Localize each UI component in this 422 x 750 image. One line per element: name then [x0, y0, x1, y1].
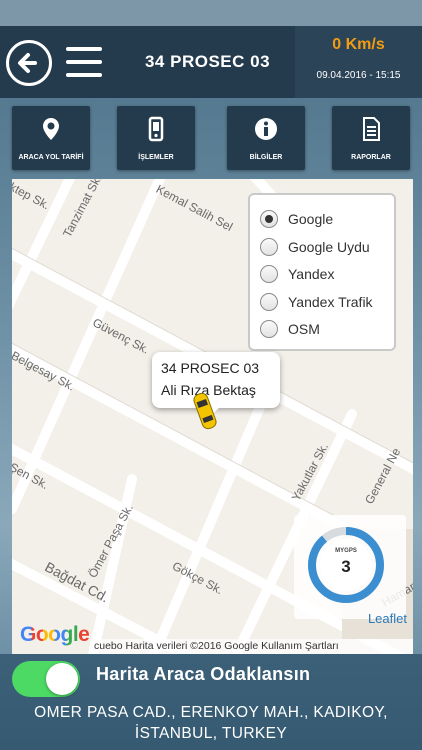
- info-button[interactable]: BİLGİLER: [227, 106, 305, 170]
- directions-label: ARACA YOL TARİFİ: [18, 154, 84, 161]
- focus-vehicle-toggle[interactable]: [12, 661, 80, 697]
- gps-count: 3: [341, 557, 351, 576]
- top-bar: 34 PROSEC 03 0 Km/s 09.04.2016 - 15:15: [0, 26, 422, 98]
- speed-value: 0 Km/s: [332, 36, 385, 53]
- radio-selected-icon[interactable]: [260, 210, 278, 228]
- layer-option-osm[interactable]: OSM: [260, 317, 394, 341]
- popup-plate: 34 PROSEC 03: [161, 360, 260, 376]
- hamburger-icon: [66, 47, 102, 51]
- hamburger-icon-line: [66, 60, 102, 64]
- layer-option-google[interactable]: Google: [260, 207, 394, 231]
- map-view[interactable]: ktep Sk. Tanzimat Sk. Kemal Salih Sel Gü…: [12, 179, 413, 654]
- radio-icon[interactable]: [260, 265, 278, 283]
- phone-icon: [148, 116, 164, 142]
- map-pin-icon: [43, 118, 59, 140]
- radio-icon[interactable]: [260, 293, 278, 311]
- vehicle-address: OMER PASA CAD., ERENKOY MAH., KADIKOY, İ…: [34, 704, 388, 742]
- info-icon: [255, 118, 277, 140]
- menu-button[interactable]: [66, 43, 102, 81]
- reports-label: RAPORLAR: [351, 154, 391, 161]
- layer-option-google-satellite[interactable]: Google Uydu: [260, 235, 394, 259]
- leaflet-link[interactable]: Leaflet: [368, 611, 407, 626]
- hamburger-icon-line: [66, 73, 102, 77]
- attribution-text[interactable]: Harita verileri ©2016 Google Kullanım Şa…: [126, 640, 339, 652]
- map-attribution: cuebo Harita verileri ©2016 Google Kulla…: [90, 639, 413, 654]
- operations-button[interactable]: İŞLEMLER: [117, 106, 195, 170]
- layer-option-yandex-traffic[interactable]: Yandex Trafik: [260, 290, 394, 314]
- vehicle-plate-title: 34 PROSEC 03: [144, 52, 271, 71]
- document-icon: [363, 117, 380, 141]
- action-bar: ARACA YOL TARİFİ İŞLEMLER BİLGİLER RAPOR…: [0, 106, 422, 172]
- map-layer-selector: Google Google Uydu Yandex Yandex Trafik …: [248, 193, 396, 351]
- operations-label: İŞLEMLER: [138, 154, 174, 161]
- layer-label: Google Uydu: [288, 239, 370, 255]
- layer-label: Yandex: [288, 266, 335, 282]
- google-logo: Google: [20, 623, 90, 647]
- layer-label: OSM: [288, 321, 320, 337]
- layer-option-yandex[interactable]: Yandex: [260, 262, 394, 286]
- gps-label: MYGPS: [335, 548, 357, 554]
- radio-icon[interactable]: [260, 320, 278, 338]
- info-label: BİLGİLER: [249, 154, 283, 161]
- bottom-panel: Harita Araca Odaklansın OMER PASA CAD., …: [0, 654, 422, 750]
- status-bar: [0, 0, 422, 26]
- radio-icon[interactable]: [260, 238, 278, 256]
- google-logo-text: Google: [20, 623, 90, 646]
- focus-vehicle-label: Harita Araca Odaklansın: [96, 664, 311, 684]
- toggle-knob: [46, 663, 78, 695]
- directions-button[interactable]: ARACA YOL TARİFİ: [12, 106, 90, 170]
- timestamp: 09.04.2016 - 15:15: [316, 70, 401, 81]
- reports-button[interactable]: RAPORLAR: [332, 106, 410, 170]
- layer-label: Yandex Trafik: [288, 294, 373, 310]
- back-button[interactable]: [6, 40, 52, 86]
- speed-panel: 0 Km/s 09.04.2016 - 15:15: [295, 26, 422, 98]
- layer-label: Google: [288, 211, 334, 227]
- back-arrow-icon: [18, 53, 37, 73]
- attribution-prefix: cuebo: [94, 640, 123, 652]
- gps-satellite-widget: MYGPS 3: [294, 515, 406, 619]
- taxi-car-icon[interactable]: [190, 389, 220, 433]
